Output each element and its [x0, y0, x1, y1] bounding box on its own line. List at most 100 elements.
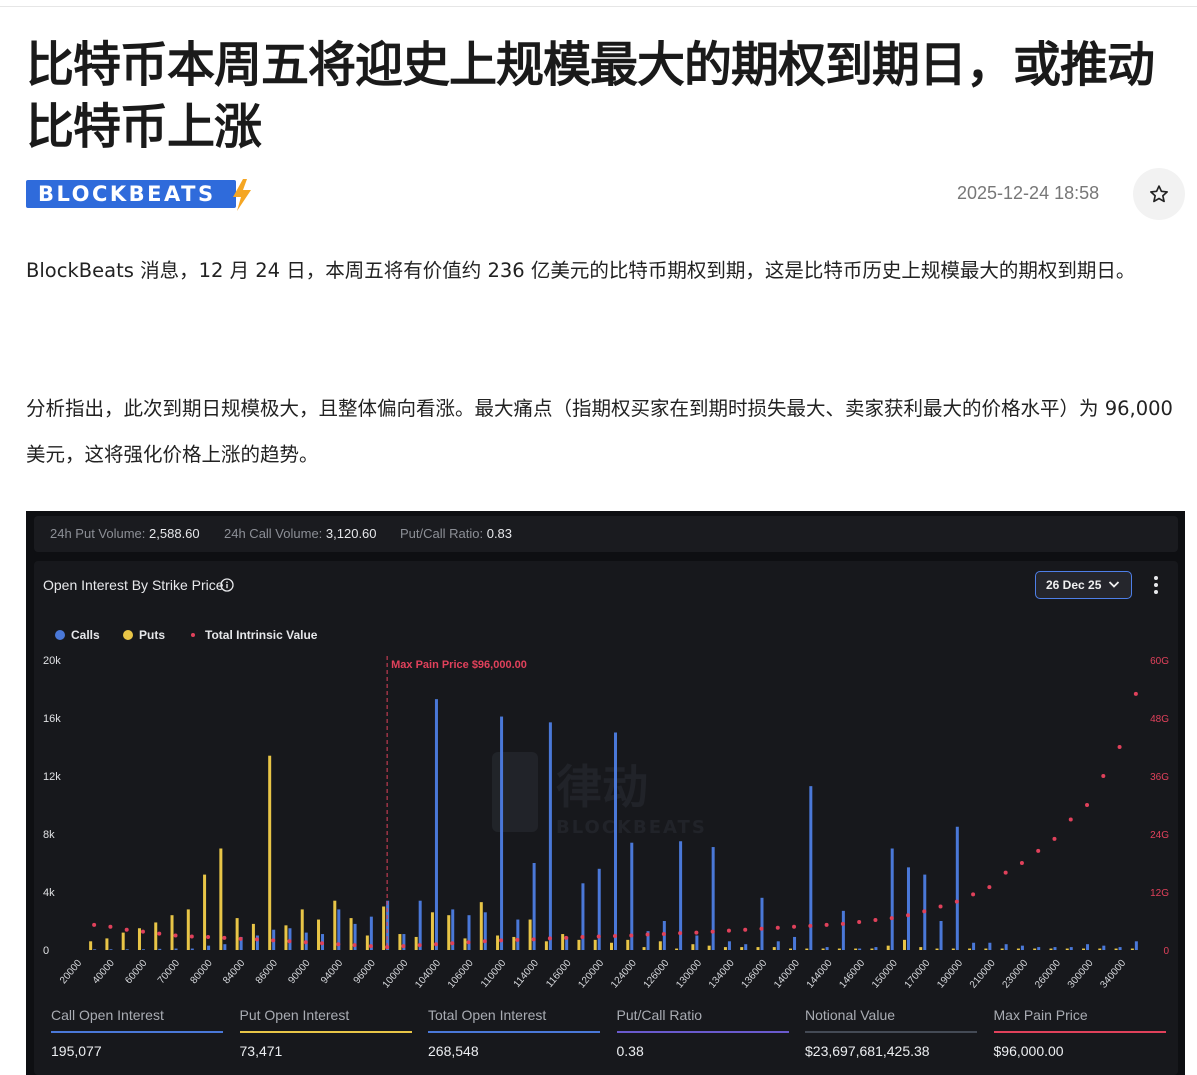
put-bar: [300, 909, 304, 950]
favorite-button[interactable]: [1133, 168, 1185, 220]
call-volume-stat: 24h Call Volume: 3,120.60: [224, 516, 377, 552]
call-bar: [1037, 947, 1041, 950]
intrinsic-value-point: [629, 933, 634, 938]
intrinsic-value-point: [1019, 861, 1024, 865]
y2-tick-label: 48G: [1150, 714, 1169, 725]
put-bar: [805, 948, 809, 950]
y-tick-label: 16k: [43, 713, 61, 725]
stat-value: 2,588.60: [149, 526, 200, 541]
x-tick-label: 190000: [935, 958, 965, 991]
put-volume-stat: 24h Put Volume: 2,588.60: [50, 516, 200, 552]
put-call-ratio-stat: Put/Call Ratio: 0.83: [400, 516, 512, 552]
call-bar: [190, 948, 194, 950]
put-bar: [479, 902, 483, 950]
call-bar: [223, 944, 227, 950]
call-bar: [1102, 945, 1106, 950]
options-chart-screenshot: 24h Put Volume: 2,588.60 24h Call Volume…: [26, 511, 1185, 1075]
intrinsic-value-point: [92, 922, 97, 927]
call-bar: [776, 941, 780, 950]
x-tick-label: 340000: [1098, 958, 1128, 991]
volume-stats-bar: 24h Put Volume: 2,588.60 24h Call Volume…: [34, 516, 1178, 552]
summary-metric: Notional Value $23,697,681,425.38: [805, 1007, 977, 1059]
put-bar: [691, 944, 695, 950]
intrinsic-value-point: [905, 913, 910, 918]
publish-date: 2025-12-24 18:58: [957, 183, 1100, 203]
article-paragraph-1: BlockBeats 消息，12 月 24 日，本周五将有价值约 236 亿美元…: [26, 259, 1136, 282]
put-bar: [951, 948, 955, 950]
intrinsic-value-point: [694, 930, 699, 935]
metric-value: 73,471: [239, 1043, 283, 1059]
watermark-text: 律动: [556, 760, 648, 814]
source-logo[interactable]: BLOCKBEATS: [26, 179, 254, 211]
intrinsic-value-point: [124, 927, 129, 932]
intrinsic-value-point: [173, 933, 178, 938]
call-bar: [955, 826, 959, 950]
intrinsic-value-point: [515, 937, 520, 942]
put-bar: [121, 932, 125, 950]
metric-value: $96,000.00: [993, 1043, 1064, 1059]
call-bar: [467, 915, 471, 950]
put-bar: [935, 948, 939, 950]
put-bar: [1049, 948, 1053, 950]
intrinsic-value-point: [889, 916, 894, 921]
metric-underline: [239, 1031, 412, 1033]
metric-label: Notional Value: [805, 1007, 896, 1023]
intrinsic-value-point: [450, 941, 455, 946]
call-bar: [614, 732, 617, 950]
put-bar: [154, 922, 158, 950]
intrinsic-value-point: [743, 927, 748, 932]
put-bar: [870, 948, 874, 950]
y-tick-label: 20k: [43, 655, 61, 667]
intrinsic-value-point: [1133, 691, 1138, 696]
put-bar: [772, 947, 776, 950]
put-bar: [1130, 948, 1134, 950]
intrinsic-value-point: [1117, 745, 1122, 749]
intrinsic-value-point: [1101, 774, 1106, 778]
summary-metric: Put/Call Ratio 0.38: [616, 1007, 789, 1059]
call-bar: [1020, 945, 1024, 950]
intrinsic-value-point: [206, 934, 211, 939]
intrinsic-value-point: [1003, 870, 1008, 875]
metric-underline: [805, 1031, 977, 1033]
x-tick-label: 150000: [870, 958, 900, 991]
intrinsic-value-point: [287, 939, 292, 944]
x-tick-label: 134000: [707, 958, 737, 991]
x-tick-label: 140000: [772, 958, 802, 991]
metric-underline: [616, 1031, 789, 1033]
metric-underline: [51, 1031, 223, 1033]
call-bar: [841, 910, 845, 950]
call-bar: [516, 919, 520, 950]
x-tick-label: 130000: [674, 958, 704, 991]
x-tick-label: 106000: [446, 958, 476, 991]
legend-swatch: [191, 633, 195, 637]
metric-value: 268,548: [428, 1043, 479, 1059]
put-bar: [349, 918, 353, 950]
put-bar: [821, 948, 825, 950]
intrinsic-value-point: [1036, 848, 1041, 853]
x-tick-label: 114000: [512, 958, 542, 990]
put-bar: [1016, 948, 1020, 950]
call-bar: [434, 699, 438, 950]
call-bar: [548, 722, 552, 950]
intrinsic-value-point: [759, 926, 764, 931]
put-bar: [837, 948, 841, 950]
intrinsic-value-point: [808, 923, 813, 928]
intrinsic-value-point: [775, 925, 780, 930]
call-bar: [1134, 941, 1138, 950]
stat-value: 0.83: [486, 526, 513, 541]
intrinsic-value-point: [1085, 803, 1090, 807]
summary-metric: Max Pain Price $96,000.00: [993, 1007, 1166, 1059]
x-tick-label: 80000: [188, 958, 215, 987]
intrinsic-value-point: [157, 931, 162, 936]
stat-label: Put/Call Ratio:: [400, 526, 484, 541]
watermark-text: BLOCKBEATS: [556, 817, 707, 838]
put-bar: [968, 948, 972, 950]
y2-tick-label: 36G: [1150, 772, 1169, 783]
intrinsic-value-point: [564, 935, 569, 940]
legend-swatch: [55, 630, 65, 640]
call-bar: [858, 948, 862, 950]
intrinsic-value-point: [987, 885, 992, 890]
call-bar: [158, 948, 162, 950]
metric-label: Max Pain Price: [993, 1007, 1088, 1023]
put-bar: [1065, 948, 1069, 950]
